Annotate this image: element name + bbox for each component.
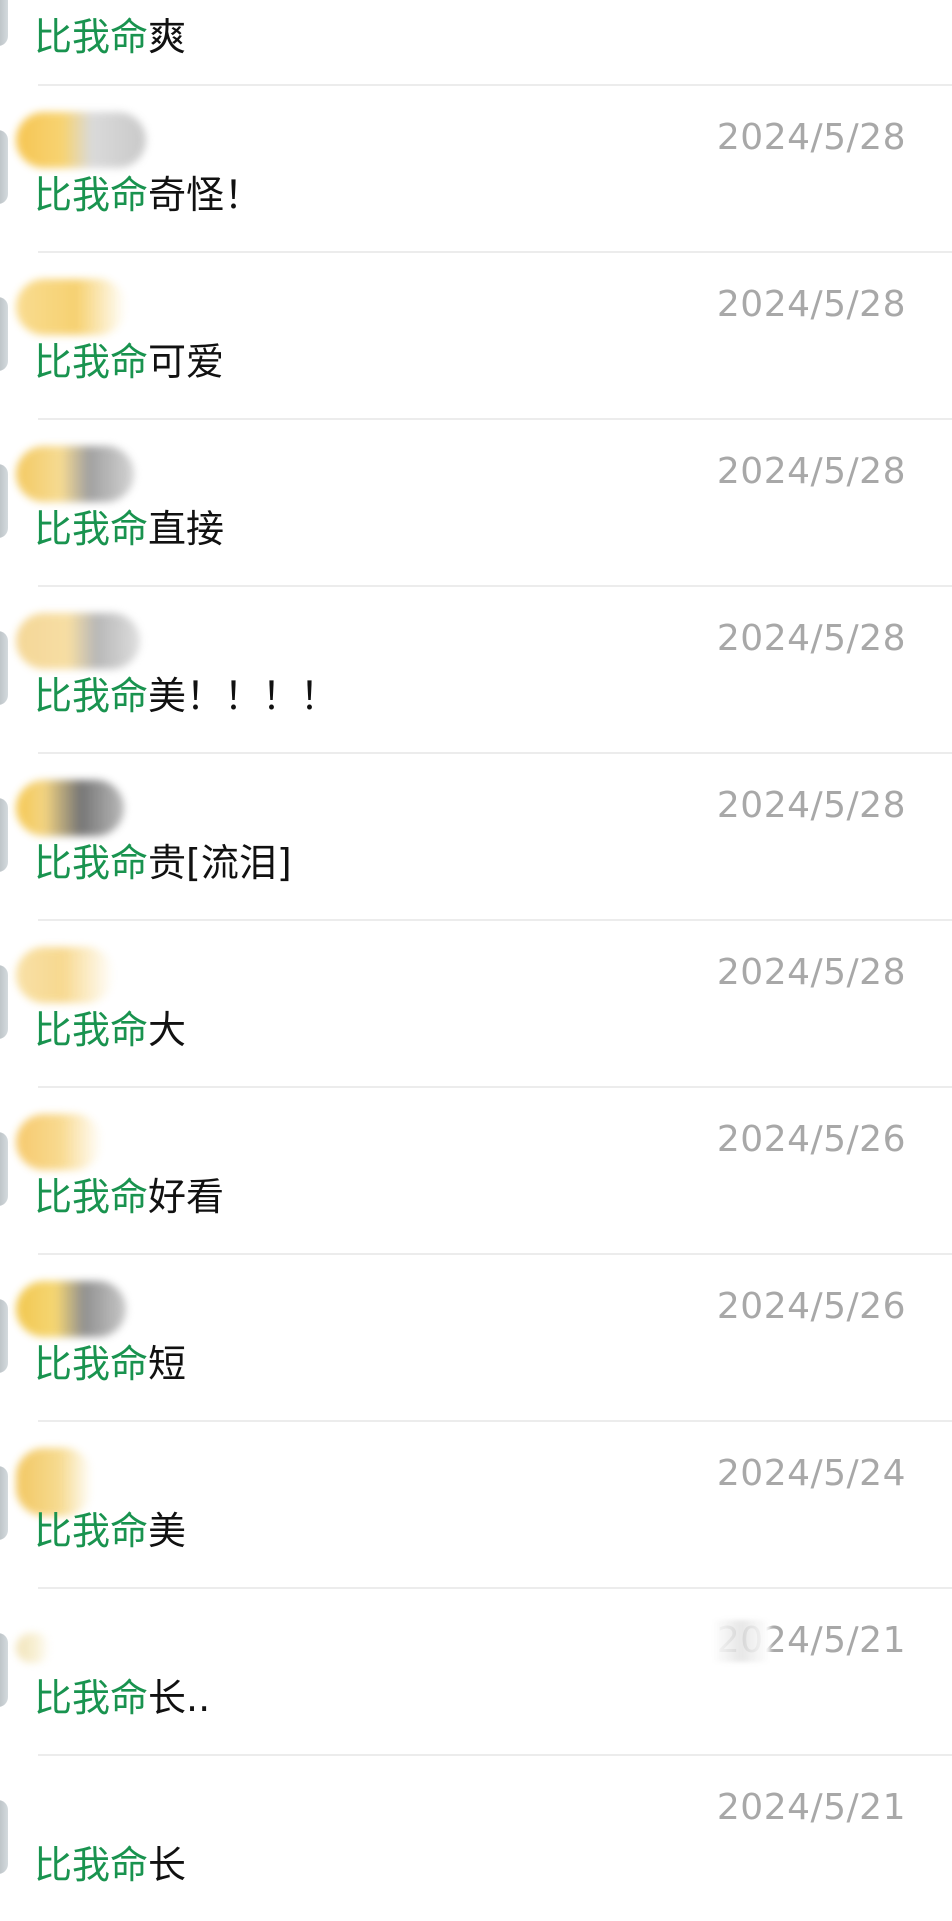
comment-text: 比我命短 [34,1345,186,1383]
comment-item-5[interactable]: 2024/5/28 比我命美！！！！ [0,587,952,754]
comment-date: 2024/5/28 [716,952,906,993]
avatar[interactable] [0,1800,8,1874]
comment-text: 比我命贵[流泪] [34,844,292,882]
avatar[interactable] [0,297,8,371]
comment-body: 长.. [148,1676,211,1720]
comment-text: 比我命奇怪！ [34,176,262,214]
avatar[interactable] [0,130,8,204]
comment-item-6[interactable]: 2024/5/28 比我命贵[流泪] [0,754,952,921]
comment-date: 2024/5/28 [716,117,906,158]
comment-body: 贵[流泪] [148,841,292,885]
comment-mention[interactable]: 比我命 [34,1008,148,1052]
blurred-username [16,1281,126,1337]
comment-mention[interactable]: 比我命 [34,507,148,551]
comment-item-2[interactable]: 2024/5/28 比我命奇怪！ [0,86,952,253]
comment-body: 长 [148,1843,187,1887]
comment-item-1[interactable]: 比我命爽 [0,0,952,86]
comment-item-8[interactable]: 2024/5/26 比我命好看 [0,1088,952,1255]
comment-text: 比我命美！！！！ [34,677,338,715]
comment-mention[interactable]: 比我命 [34,1843,148,1887]
comment-body: 短 [148,1342,187,1386]
comment-text: 比我命爽 [34,18,186,56]
comment-date: 2024/5/28 [716,618,906,659]
comment-text: 比我命长.. [34,1679,210,1717]
comment-date: 2024/5/28 [716,284,906,325]
avatar[interactable] [0,965,8,1039]
avatar[interactable] [0,798,8,872]
date-redaction [712,1620,770,1662]
comment-item-11[interactable]: 2024/5/21 比我命长.. [0,1589,952,1756]
comment-mention[interactable]: 比我命 [34,1509,148,1553]
comment-mention[interactable]: 比我命 [34,173,148,217]
comment-text: 比我命好看 [34,1178,224,1216]
comment-date: 2024/5/21 [716,1787,906,1828]
comment-item-3[interactable]: 2024/5/28 比我命可爱 [0,253,952,420]
comment-body: 美 [148,1509,187,1553]
blurred-username [16,1448,92,1516]
blurred-username [16,446,134,502]
avatar[interactable] [0,631,8,705]
comment-body: 美！！！！ [148,674,339,718]
blurred-username [16,279,126,335]
avatar[interactable] [0,1132,8,1206]
blurred-username [16,613,140,669]
comment-text: 比我命直接 [34,510,224,548]
avatar[interactable] [0,1299,8,1373]
comment-feed: 比我命爽 2024/5/28 比我命奇怪！ 2024/5/28 比我命可爱 20… [0,0,952,1921]
comment-text: 比我命大 [34,1011,186,1049]
blurred-username [16,1633,50,1663]
comment-date: 2024/5/26 [716,1119,906,1160]
comment-date: 2024/5/28 [716,451,906,492]
comment-item-10[interactable]: 2024/5/24 比我命美 [0,1422,952,1589]
comment-mention[interactable]: 比我命 [34,1676,148,1720]
blurred-username [16,1114,102,1170]
avatar[interactable] [0,1633,8,1707]
comment-date: 2024/5/28 [716,785,906,826]
comment-item-12[interactable]: 2024/5/21 比我命长 [0,1756,952,1921]
comment-mention[interactable]: 比我命 [34,1175,148,1219]
avatar[interactable] [0,464,8,538]
comment-mention[interactable]: 比我命 [34,674,148,718]
comment-item-7[interactable]: 2024/5/28 比我命大 [0,921,952,1088]
comment-body: 大 [148,1008,187,1052]
comment-mention[interactable]: 比我命 [34,15,148,59]
comment-mention[interactable]: 比我命 [34,841,148,885]
comment-item-4[interactable]: 2024/5/28 比我命直接 [0,420,952,587]
comment-date: 2024/5/26 [716,1286,906,1327]
comment-text: 比我命长 [34,1846,186,1884]
blurred-username [16,947,114,1003]
comment-text: 比我命可爱 [34,343,224,381]
comment-date: 2024/5/24 [716,1453,906,1494]
comment-item-9[interactable]: 2024/5/26 比我命短 [0,1255,952,1422]
comment-body: 奇怪！ [148,173,263,217]
comment-body: 可爱 [148,340,225,384]
comment-mention[interactable]: 比我命 [34,340,148,384]
comment-body: 爽 [148,15,187,59]
avatar[interactable] [0,0,8,46]
blurred-username [16,780,124,836]
comment-text: 比我命美 [34,1512,186,1550]
comment-body: 好看 [148,1175,225,1219]
avatar[interactable] [0,1466,8,1540]
blurred-username [16,112,146,168]
comment-body: 直接 [148,507,225,551]
blurred-username [16,1782,46,1812]
comment-mention[interactable]: 比我命 [34,1342,148,1386]
